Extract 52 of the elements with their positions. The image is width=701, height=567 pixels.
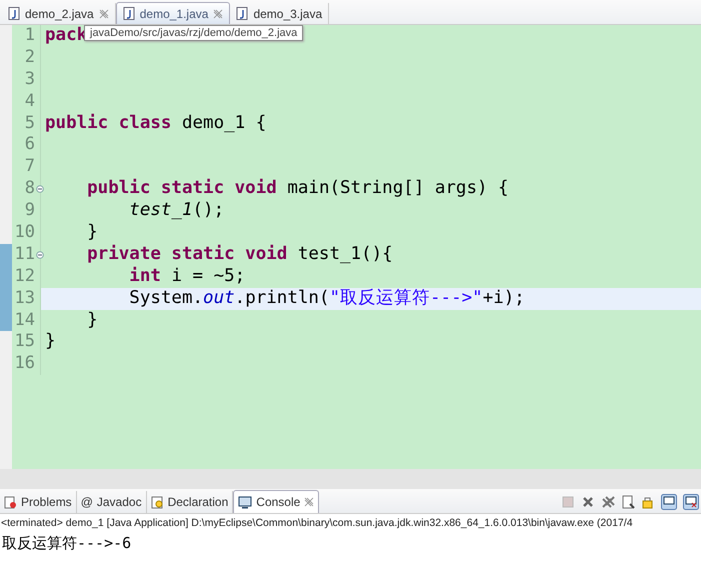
line-number: 13 [14, 288, 36, 308]
console-status: <terminated> demo_1 [Java Application] D:\myEclipse\Common\binary\com.sun.java.jdk.win32.x86_64_1.6.0.013\bin\javaw.exe (2017/4 [1, 517, 633, 529]
line-number: 10 [14, 222, 36, 242]
line-number: 15 [14, 331, 36, 352]
code-line: public class demo_1 { [45, 112, 266, 133]
code-line: } [45, 331, 56, 352]
remove-icon[interactable] [581, 495, 595, 509]
java-file-icon [122, 7, 135, 20]
java-file-icon [236, 7, 248, 20]
line-number: 3 [24, 68, 36, 89]
editor-tab[interactable]: demo_3.java [230, 3, 330, 24]
line-number: 6 [24, 134, 36, 154]
close-icon[interactable] [304, 497, 314, 507]
line-number: 2 [24, 46, 36, 67]
line-number: 4 [24, 90, 36, 111]
line-number: 9 [24, 200, 36, 220]
line-number: 5 [24, 112, 36, 133]
console-icon [238, 496, 252, 508]
editor-tab[interactable]: demo_1.java [116, 2, 230, 24]
line-number: 7 [24, 156, 36, 176]
code-line: } [86, 222, 98, 242]
close-icon[interactable] [213, 8, 224, 18]
tooltip: javaDemo/src/javas/rzj/demo/demo_2.java [84, 25, 304, 41]
fold-icon[interactable] [36, 250, 44, 259]
display-icon[interactable] [661, 494, 677, 510]
view-tab[interactable]: Console [233, 490, 320, 513]
view-tab[interactable]: Problems [0, 491, 77, 513]
code-line: System.out.println("取反运算符--->"+i); [128, 288, 525, 308]
code-line: public static void main(String[] args) { [86, 178, 509, 198]
problems-icon [4, 496, 17, 508]
document-icon[interactable] [621, 495, 635, 509]
line-number: 14 [14, 310, 36, 330]
fold-icon[interactable] [36, 185, 44, 194]
at-icon: @ [80, 495, 93, 509]
line-number: 16 [14, 353, 36, 374]
java-file-icon [8, 7, 20, 20]
declaration-icon [150, 496, 164, 508]
view-tab[interactable]: @ Javadoc [76, 491, 147, 513]
line-number: 11 [14, 244, 36, 264]
editor-tab[interactable]: demo_2.java [2, 3, 116, 24]
code-line: test_1(); [128, 200, 224, 220]
console-output: 取反运算符--->-6 [2, 534, 132, 552]
code-line: int i = ~5; [128, 266, 246, 286]
close-icon[interactable] [98, 8, 109, 18]
line-number: 12 [14, 266, 36, 286]
line-number: 1 [24, 25, 36, 45]
remove-all-icon[interactable] [601, 495, 615, 509]
code-line: } [86, 310, 98, 330]
lock-icon[interactable] [641, 495, 655, 509]
code-line: private static void test_1(){ [86, 244, 393, 264]
open-console-icon[interactable] [683, 494, 699, 510]
line-number: 8 [24, 178, 36, 198]
